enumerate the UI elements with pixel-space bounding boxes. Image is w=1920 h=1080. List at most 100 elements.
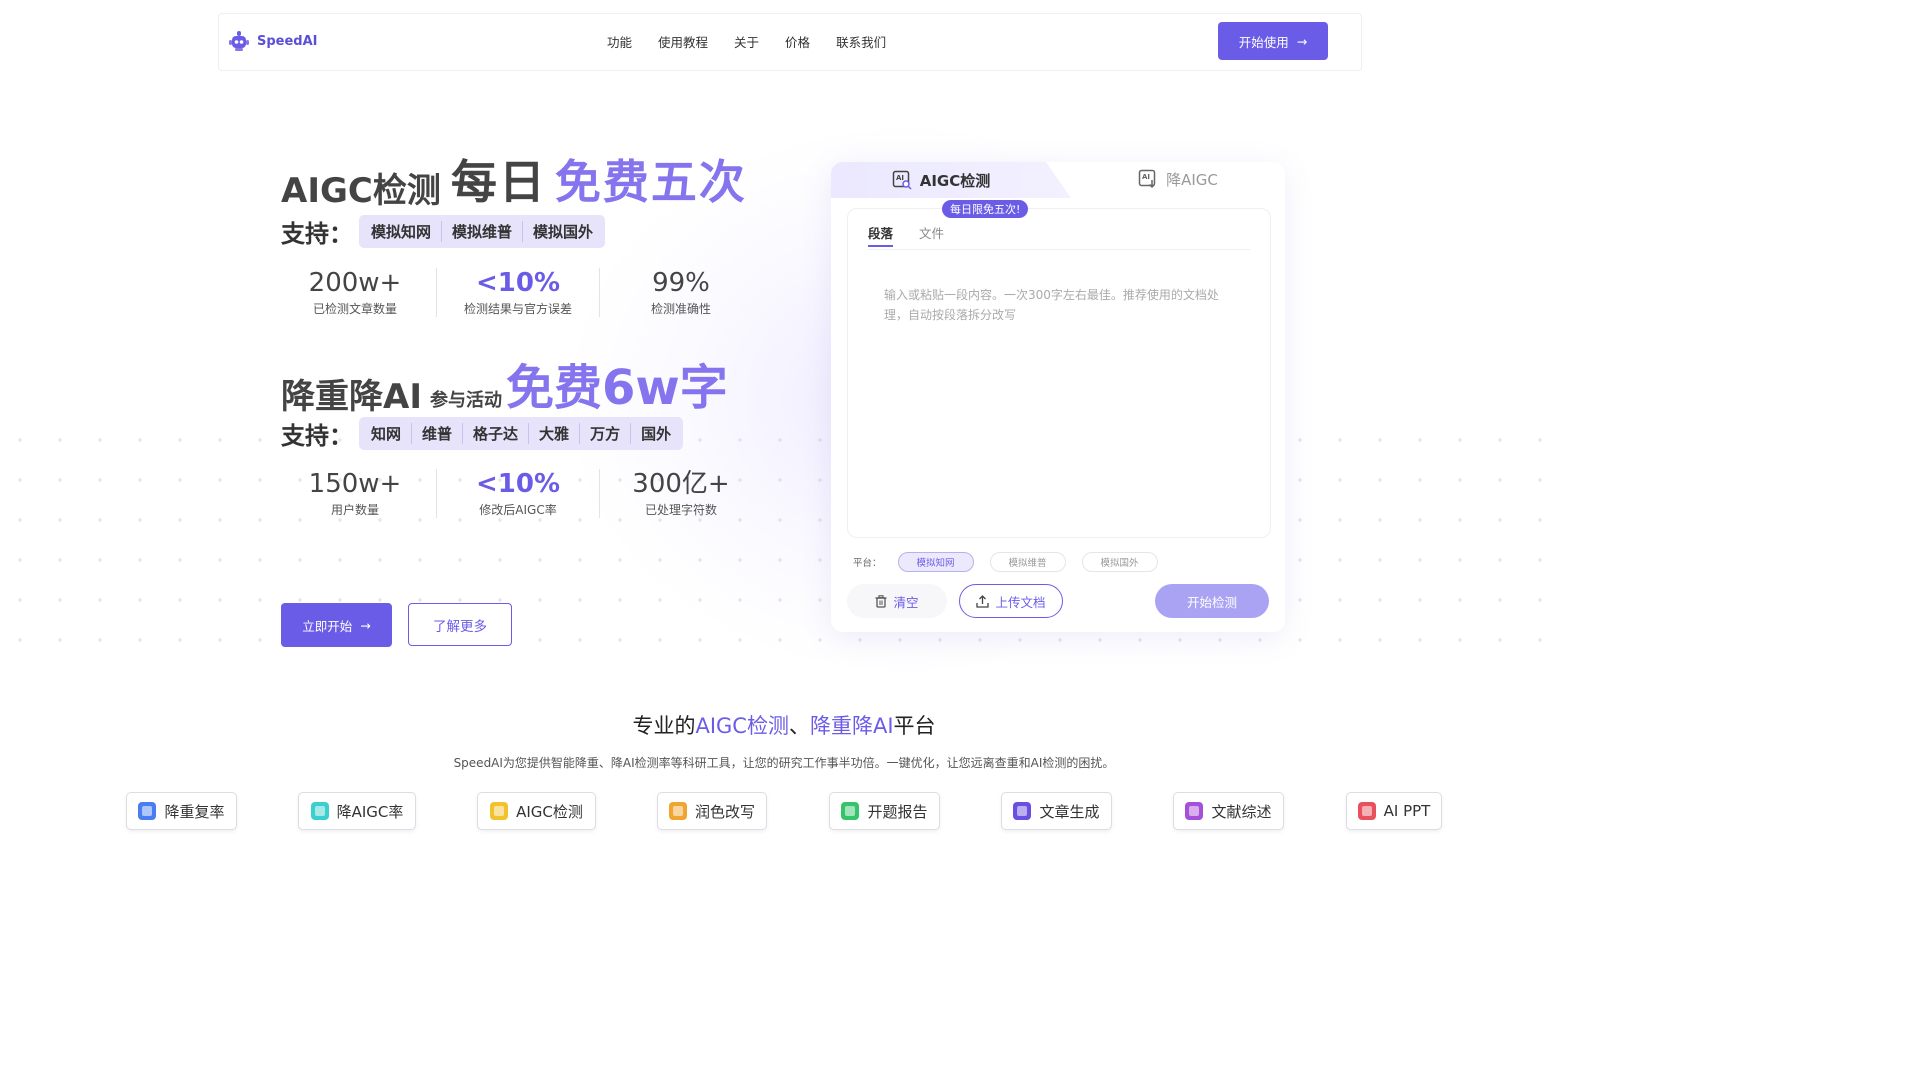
clear-button[interactable]: 清空 bbox=[847, 584, 947, 618]
stat-label: 修改后AIGC率 bbox=[479, 503, 557, 517]
feature-aigc-detection[interactable]: AIGC检测 bbox=[477, 792, 596, 830]
stats-rewrite: 150w+ 用户数量 <10% 修改后AIGC率 300亿+ 已处理字符数 bbox=[274, 469, 762, 518]
stat-item: <10% 修改后AIGC率 bbox=[436, 469, 599, 518]
robot-logo-icon bbox=[229, 31, 249, 51]
support-tags: 知网 维普 格子达 大雅 万方 国外 bbox=[359, 417, 684, 450]
nav-link-tutorial[interactable]: 使用教程 bbox=[658, 32, 708, 51]
stat-item: 99% 检测准确性 bbox=[599, 268, 762, 317]
start-detection-button[interactable]: 开始检测 bbox=[1155, 584, 1269, 618]
feature-literature-review[interactable]: 文献综述 bbox=[1173, 792, 1284, 830]
support-row-detection: 支持： 模拟知网 模拟维普 模拟国外 bbox=[281, 214, 606, 249]
input-mode-tabs: 段落 文件 bbox=[868, 223, 944, 247]
free-limit-badge: 每日限免五次! bbox=[942, 200, 1029, 218]
document-icon bbox=[138, 802, 157, 820]
feature-polish-rewrite[interactable]: 润色改写 bbox=[657, 792, 767, 830]
feature-article-generation[interactable]: 文章生成 bbox=[1001, 792, 1112, 830]
document-icon bbox=[310, 802, 329, 820]
pen-icon bbox=[668, 802, 687, 820]
section-title-part: 、 bbox=[788, 714, 810, 738]
feature-label: 降重复率 bbox=[164, 802, 225, 821]
start-using-label: 开始使用 bbox=[1238, 34, 1289, 50]
stat-label: 用户数量 bbox=[330, 503, 379, 517]
section-title-part: 平台 bbox=[893, 714, 936, 738]
platform-label: 平台： bbox=[853, 558, 882, 569]
article-icon bbox=[1013, 802, 1032, 820]
stat-value: <10% bbox=[475, 268, 561, 298]
feature-reduce-aigc[interactable]: 降AIGC率 bbox=[298, 792, 416, 830]
stat-item: 150w+ 用户数量 bbox=[274, 469, 436, 518]
start-using-button[interactable]: 开始使用 → bbox=[1218, 22, 1328, 60]
brand-logo[interactable]: SpeedAI bbox=[229, 30, 318, 52]
feature-label: 润色改写 bbox=[694, 802, 755, 821]
feature-label: 文章生成 bbox=[1039, 802, 1100, 821]
support-tag: 模拟国外 bbox=[522, 221, 603, 242]
ai-icon-text: AI bbox=[896, 174, 904, 182]
ai-icon-text: AI bbox=[1142, 173, 1150, 181]
arrow-right-icon: → bbox=[1296, 33, 1308, 49]
stat-label: 检测准确性 bbox=[650, 302, 711, 316]
tab-file[interactable]: 文件 bbox=[919, 223, 944, 247]
support-tag: 维普 bbox=[411, 423, 462, 444]
hero-title-part-b: 参与活动 bbox=[429, 390, 502, 411]
support-tag: 知网 bbox=[371, 425, 402, 443]
book-icon bbox=[1185, 802, 1204, 820]
report-icon bbox=[841, 802, 860, 820]
support-tags: 模拟知网 模拟维普 模拟国外 bbox=[359, 215, 606, 248]
tab-reduce-aigc[interactable]: AI 降AIGC bbox=[1071, 162, 1285, 196]
support-row-rewrite: 支持： 知网 维普 格子达 大雅 万方 国外 bbox=[281, 416, 684, 451]
brand-name: SpeedAI bbox=[257, 33, 318, 49]
hero-title-rewrite: 降重降AI 参与活动 免费6w字 bbox=[281, 348, 728, 418]
feature-label: AIGC检测 bbox=[516, 802, 583, 821]
upload-document-button[interactable]: 上传文档 bbox=[959, 584, 1063, 618]
stat-item: 300亿+ 已处理字符数 bbox=[599, 469, 762, 518]
hero-title-detection: AIGC检测 每日 免费五次 bbox=[281, 146, 747, 212]
section-title: 专业的AIGC检测、降重降AI平台 bbox=[0, 710, 1568, 740]
stats-detection: 200w+ 已检测文章数量 <10% 检测结果与官方误差 99% 检测准确性 bbox=[274, 268, 762, 317]
platform-selector: 平台： 模拟知网 模拟维普 模拟国外 bbox=[853, 552, 1158, 572]
support-label: 支持： bbox=[281, 220, 353, 248]
nav-link-features[interactable]: 功能 bbox=[607, 32, 632, 51]
support-tag: 模拟知网 bbox=[371, 223, 432, 241]
ai-reduce-icon: AI bbox=[1138, 169, 1156, 189]
feature-ai-ppt[interactable]: AI PPT bbox=[1346, 792, 1442, 830]
section-description: SpeedAI为您提供智能降重、降AI检测率等科研工具，让您的研究工作事半功倍。… bbox=[453, 756, 1115, 770]
support-label: 支持： bbox=[281, 422, 353, 450]
tab-aigc-detection[interactable]: AI AIGC检测 bbox=[831, 162, 1071, 198]
support-tag: 大雅 bbox=[528, 423, 579, 444]
stat-value: 200w+ bbox=[308, 268, 402, 298]
start-now-button[interactable]: 立即开始 → bbox=[281, 603, 392, 647]
hero-title-part-b: 每日 bbox=[450, 155, 547, 209]
clear-label: 清空 bbox=[893, 594, 919, 610]
platform-chip-cnki[interactable]: 模拟知网 bbox=[897, 552, 974, 572]
trash-icon bbox=[875, 594, 887, 608]
feature-label: 降AIGC率 bbox=[336, 802, 404, 821]
feature-reduce-duplication[interactable]: 降重复率 bbox=[126, 792, 237, 830]
hero-title-part-c: 免费五次 bbox=[554, 155, 747, 209]
content-textarea[interactable]: 输入或粘贴一段内容。一次300字左右最佳。推荐使用的文档处理，自动按段落拆分改写 bbox=[884, 285, 1234, 325]
tab-reduce-aigc-label: 降AIGC bbox=[1166, 170, 1218, 189]
feature-label: 文献综述 bbox=[1211, 802, 1272, 821]
tab-aigc-detection-label: AIGC检测 bbox=[919, 171, 991, 190]
nav-link-pricing[interactable]: 价格 bbox=[785, 32, 810, 51]
hero-title-part-c: 免费6w字 bbox=[505, 360, 728, 416]
feature-proposal-report[interactable]: 开题报告 bbox=[829, 792, 940, 830]
support-tag: 模拟维普 bbox=[441, 221, 522, 242]
stat-item: <10% 检测结果与官方误差 bbox=[436, 268, 599, 317]
arrow-right-icon: → bbox=[360, 617, 371, 633]
stat-value: 300亿+ bbox=[632, 469, 730, 499]
nav-link-contact[interactable]: 联系我们 bbox=[836, 32, 886, 51]
presentation-icon bbox=[1357, 802, 1376, 820]
tab-paragraph[interactable]: 段落 bbox=[868, 223, 894, 247]
stat-label: 检测结果与官方误差 bbox=[463, 302, 572, 316]
learn-more-button[interactable]: 了解更多 bbox=[408, 603, 512, 646]
platform-chip-foreign[interactable]: 模拟国外 bbox=[1081, 552, 1158, 572]
nav-link-about[interactable]: 关于 bbox=[734, 32, 759, 51]
upload-icon bbox=[976, 594, 990, 608]
stat-item: 200w+ 已检测文章数量 bbox=[274, 268, 436, 317]
hero-title-part-a: 降重降AI bbox=[281, 377, 422, 417]
section-title-highlight: 降重降AI bbox=[809, 714, 894, 738]
stat-label: 已检测文章数量 bbox=[312, 302, 397, 316]
platform-chip-vip[interactable]: 模拟维普 bbox=[989, 552, 1066, 572]
top-navbar: SpeedAI 功能 使用教程 关于 价格 联系我们 开始使用 → bbox=[218, 13, 1362, 71]
section-title-part: 专业的 bbox=[632, 714, 696, 738]
